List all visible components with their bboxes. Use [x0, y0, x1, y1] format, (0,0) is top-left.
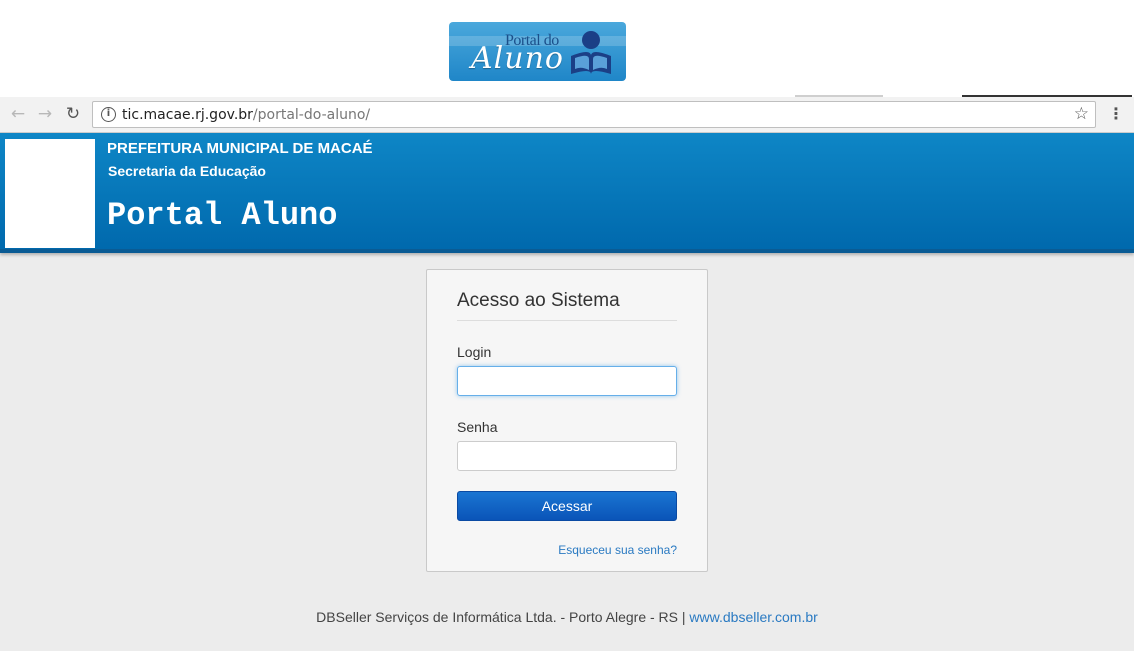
reader-icon — [571, 31, 611, 74]
forward-arrow-icon[interactable]: → — [34, 103, 56, 125]
reload-icon[interactable]: ↻ — [62, 103, 84, 125]
footer: DBSeller Serviços de Informática Ltda. -… — [0, 609, 1134, 625]
back-arrow-icon[interactable]: ← — [7, 103, 29, 125]
password-input[interactable] — [457, 441, 677, 471]
org-name: PREFEITURA MUNICIPAL DE MACAÉ — [107, 140, 373, 157]
forgot-password-link[interactable]: Esqueceu sua senha? — [558, 543, 677, 557]
site-header: PREFEITURA MUNICIPAL DE MACAÉ Secretaria… — [0, 133, 1134, 253]
login-card: Acesso ao Sistema Login Senha Acessar Es… — [426, 269, 708, 572]
department-name: Secretaria da Educação — [108, 163, 266, 179]
password-label: Senha — [457, 419, 498, 435]
footer-text: DBSeller Serviços de Informática Ltda. -… — [316, 609, 686, 625]
login-label: Login — [457, 344, 492, 360]
brand-image — [5, 139, 95, 248]
submit-button[interactable]: Acessar — [457, 491, 677, 521]
title-divider — [457, 320, 677, 321]
url-text[interactable]: tic.macae.rj.gov.br/portal-do-aluno/ — [122, 107, 370, 123]
portal-title: Portal Aluno — [107, 197, 338, 234]
info-icon[interactable]: i — [101, 107, 116, 122]
browser-menu-icon[interactable]: ⋮ — [1108, 104, 1124, 123]
url-host: tic.macae.rj.gov.br — [122, 107, 253, 123]
address-bar[interactable]: i tic.macae.rj.gov.br/portal-do-aluno/ ☆ — [92, 101, 1096, 128]
login-input[interactable] — [457, 366, 677, 396]
browser-toolbar: ← → ↻ i tic.macae.rj.gov.br/portal-do-al… — [0, 97, 1134, 133]
login-title: Acesso ao Sistema — [457, 290, 620, 311]
footer-link[interactable]: www.dbseller.com.br — [689, 609, 817, 625]
page-body: PREFEITURA MUNICIPAL DE MACAÉ Secretaria… — [0, 133, 1134, 651]
logo-line2: Aluno — [471, 41, 564, 76]
bookmark-star-icon[interactable]: ☆ — [1074, 104, 1089, 124]
top-banner: Portal do Aluno — [0, 0, 1134, 97]
url-path: /portal-do-aluno/ — [252, 107, 371, 123]
portal-do-aluno-logo: Portal do Aluno — [449, 22, 626, 81]
